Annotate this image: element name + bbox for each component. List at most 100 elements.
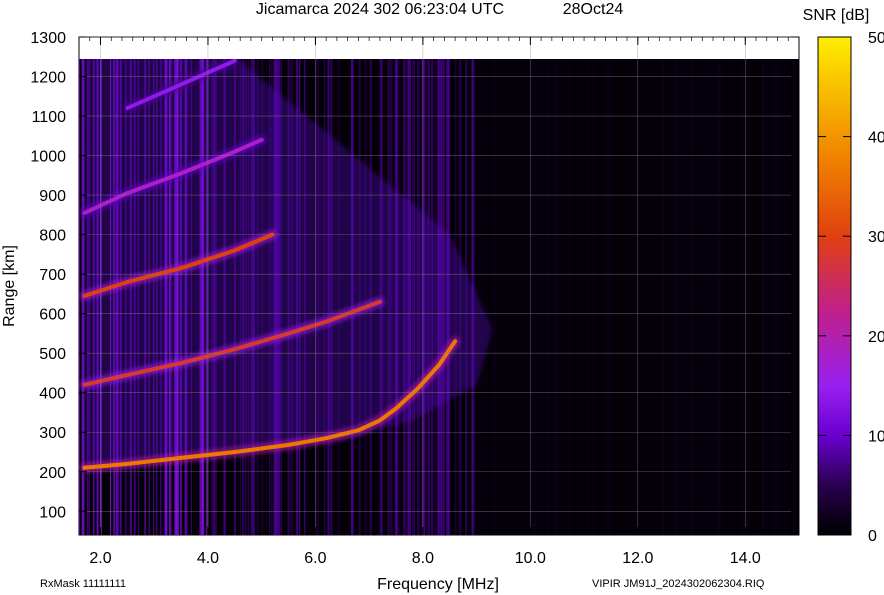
ionogram-chart: Jicamarca 2024 302 06:23:04 UTC 28Oct24 … xyxy=(1,1,884,593)
noise-column xyxy=(562,59,565,535)
noise-column xyxy=(719,59,721,535)
colorbar xyxy=(817,36,852,536)
noise-column xyxy=(568,59,570,535)
y-tick-label: 600 xyxy=(39,307,66,324)
noise-column xyxy=(732,59,735,535)
noise-column xyxy=(669,59,671,535)
noise-column xyxy=(542,59,545,535)
noise-column xyxy=(775,59,778,535)
x-tick-label: 6.0 xyxy=(304,550,326,567)
noise-column xyxy=(550,59,552,535)
noise-column xyxy=(771,59,775,535)
noise-column xyxy=(609,59,612,535)
noise-column xyxy=(722,59,724,535)
noise-column xyxy=(560,59,563,535)
colorbar-label: SNR [dB] xyxy=(803,7,870,24)
x-tick-label: 4.0 xyxy=(197,550,219,567)
noise-column xyxy=(631,59,634,535)
chart-date: 28Oct24 xyxy=(563,1,624,18)
noise-column xyxy=(595,59,597,535)
y-tick-label: 100 xyxy=(39,504,66,521)
x-tick-label: 12.0 xyxy=(622,550,653,567)
noise-column xyxy=(546,59,549,535)
noise-column xyxy=(713,59,715,535)
noise-column xyxy=(673,59,676,535)
noise-column xyxy=(785,59,788,535)
noise-column xyxy=(766,59,769,535)
noise-column xyxy=(720,59,723,535)
noise-column xyxy=(521,59,525,535)
noise-column xyxy=(780,59,782,535)
y-tick-label: 500 xyxy=(39,346,66,363)
noise-column xyxy=(582,59,585,535)
y-tick-label: 1000 xyxy=(30,149,66,166)
colorbar-tick-label: 20 xyxy=(868,329,884,346)
noise-column xyxy=(557,59,560,535)
noise-column xyxy=(665,59,667,535)
noise-column xyxy=(707,59,710,535)
y-axis-label: Range [km] xyxy=(1,245,18,327)
noise-column xyxy=(479,59,482,535)
noise-column xyxy=(586,59,589,535)
y-tick-label: 400 xyxy=(39,386,66,403)
noise-column xyxy=(592,59,595,535)
x-axis-label: Frequency [MHz] xyxy=(377,576,499,593)
noise-column xyxy=(690,59,694,535)
y-tick-label: 1200 xyxy=(30,70,66,87)
noise-column xyxy=(507,59,509,535)
noise-column xyxy=(532,59,535,535)
colorbar-tick-label: 50 xyxy=(868,30,884,47)
noise-column xyxy=(501,59,503,535)
y-tick-label: 700 xyxy=(39,267,66,284)
y-tick-label: 800 xyxy=(39,228,66,245)
noise-column xyxy=(769,59,772,535)
noise-column xyxy=(703,59,706,535)
noise-column xyxy=(527,59,529,535)
y-tick-label: 900 xyxy=(39,188,66,205)
colorbar-tick-label: 40 xyxy=(868,130,884,147)
noise-column xyxy=(634,59,636,535)
noise-column xyxy=(779,59,781,535)
noise-column xyxy=(782,59,784,535)
noise-column xyxy=(605,59,608,535)
x-tick-label: 8.0 xyxy=(412,550,434,567)
noise-column xyxy=(644,59,648,535)
noise-column xyxy=(648,59,651,535)
noise-column xyxy=(483,59,486,535)
noise-column xyxy=(741,59,744,535)
noise-column xyxy=(675,59,677,535)
x-tick-label: 10.0 xyxy=(515,550,546,567)
noise-column xyxy=(648,59,649,535)
noise-column xyxy=(494,59,497,535)
x-tick-label: 14.0 xyxy=(730,550,761,567)
noise-column xyxy=(503,59,506,535)
noise-column xyxy=(552,59,554,535)
colorbar-tick-label: 0 xyxy=(868,528,877,545)
noise-column xyxy=(486,59,489,535)
noise-column xyxy=(677,59,679,535)
noise-column xyxy=(566,59,569,535)
noise-column xyxy=(661,59,664,535)
noise-column xyxy=(699,59,701,535)
y-tick-label: 200 xyxy=(39,465,66,482)
noise-column xyxy=(761,59,764,535)
noise-column xyxy=(680,59,683,535)
noise-column xyxy=(684,59,686,535)
noise-column xyxy=(652,59,655,535)
colorbar-tick-label: 30 xyxy=(868,229,884,246)
noise-column xyxy=(537,59,540,535)
noise-column xyxy=(717,59,719,535)
noise-column xyxy=(640,59,643,535)
x-tick-label: 2.0 xyxy=(89,550,111,567)
noise-column xyxy=(590,59,593,535)
noise-column xyxy=(553,59,555,535)
noise-column xyxy=(555,59,558,535)
noise-column xyxy=(607,59,610,535)
noise-column xyxy=(564,59,566,535)
y-tick-label: 1300 xyxy=(30,30,66,47)
noise-column xyxy=(774,59,776,535)
file-label: VIPIR JM91J_2024302062304.RIQ xyxy=(592,578,765,590)
noise-column xyxy=(656,59,659,535)
noise-column xyxy=(792,59,795,535)
y-tick-label: 300 xyxy=(39,425,66,442)
